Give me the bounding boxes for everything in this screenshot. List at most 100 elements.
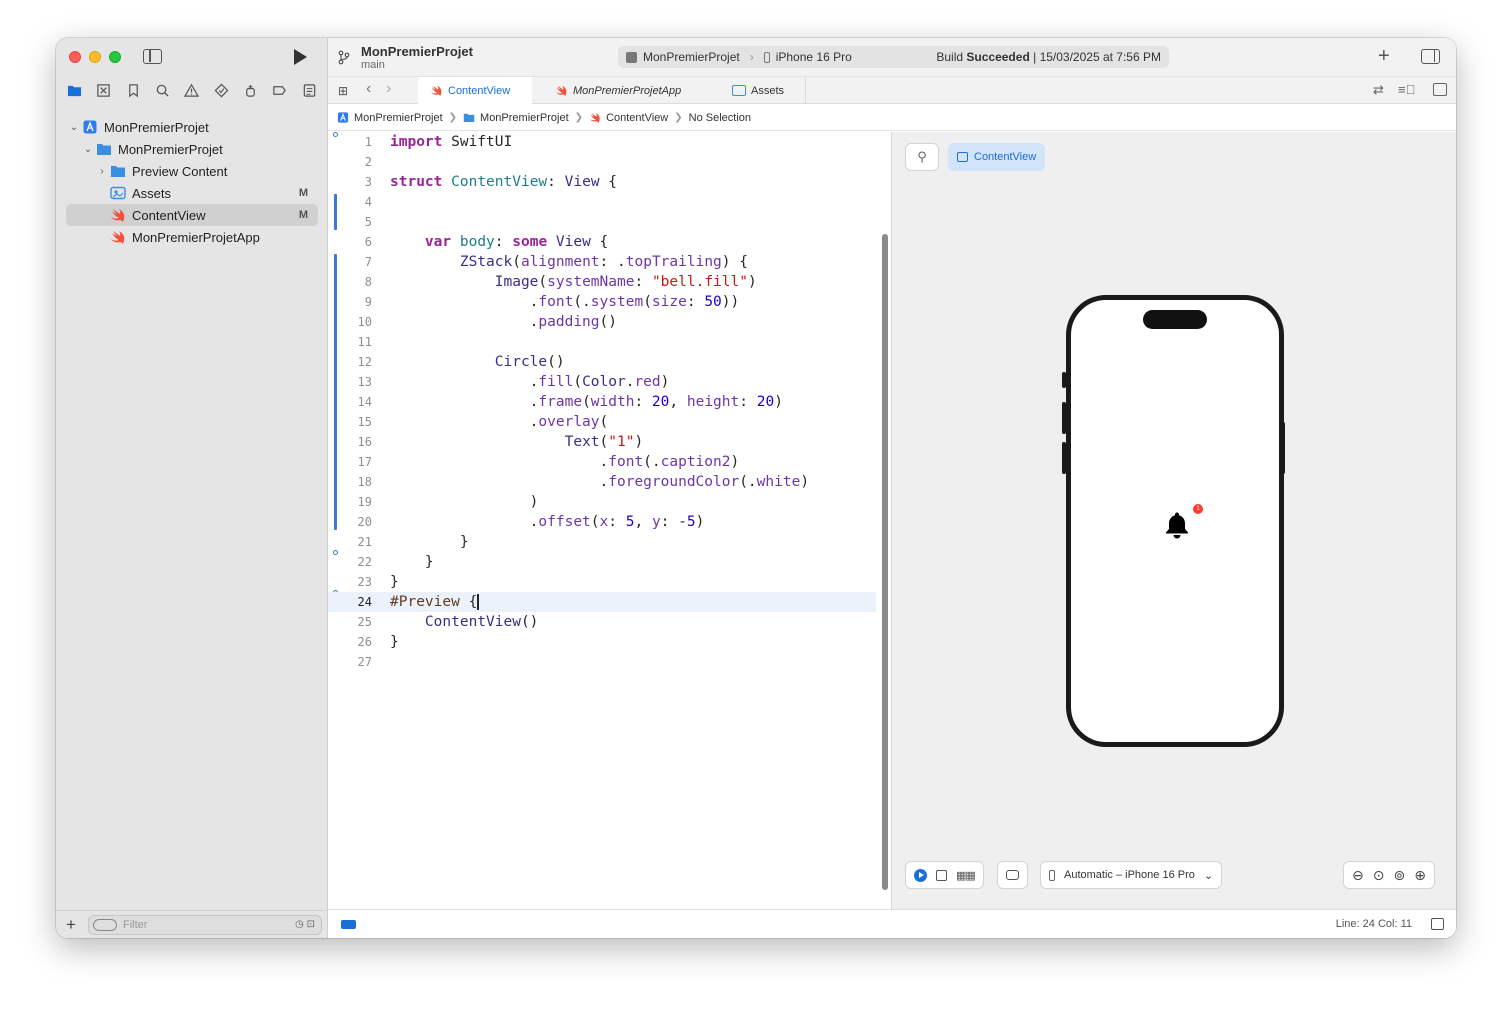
tree-item-group[interactable]: ⌄ MonPremierProjet [66,138,318,160]
code-line[interactable]: 6 var body: some View { [328,232,876,252]
search-icon[interactable] [154,82,172,100]
code-line[interactable]: 5 [328,212,876,232]
code-line[interactable]: 14 .frame(width: 20, height: 20) [328,392,876,412]
chevron-left-icon[interactable]: ‹ [366,80,371,98]
minimize-window-button[interactable] [89,51,101,63]
code-line[interactable]: 19 ) [328,492,876,512]
source-control-icon[interactable] [95,82,113,100]
toolbar: MonPremierProjet main MonPremierProjet ›… [328,38,1456,76]
code-line[interactable]: 13 .fill(Color.red) [328,372,876,392]
tree-item-preview-content[interactable]: › Preview Content [66,160,318,182]
code-line[interactable]: 23} [328,572,876,592]
test-diamond-icon[interactable] [212,82,230,100]
code-line[interactable]: 17 .font(.caption2) [328,452,876,472]
preview-selector-button[interactable]: ContentView [948,143,1046,171]
code-line[interactable]: 1 import SwiftUI [328,132,876,152]
related-items-grid-icon[interactable]: ⊞ [338,84,348,98]
selectable-mode-icon[interactable] [936,869,947,881]
editor-scrollbar[interactable] [882,234,888,890]
code-line[interactable]: 10 .padding() [328,312,876,332]
preview-mode-group: ▦▦ [905,861,984,889]
device-settings-icon [1006,870,1019,880]
source-editor[interactable]: 1 import SwiftUI 2 3 struct ContentView: V… [328,132,888,909]
jumpbar-separator: ❯ [448,112,458,123]
tree-item-assets[interactable]: Assets M [66,182,318,204]
code-line[interactable]: 8 Image(systemName: "bell.fill") [328,272,876,292]
code-line[interactable]: 20 .offset(x: 5, y: -5) [328,512,876,532]
editor-options-icon[interactable]: ≡⃞ [1398,82,1415,97]
iphone-preview[interactable]: 1 [1066,295,1284,747]
zoom-actual-icon[interactable]: ⊙ [1373,867,1385,884]
scheme-selector[interactable]: MonPremierProjet [643,50,740,64]
tree-item-label: MonPremierProjet [118,141,223,157]
preview-window-icon [957,152,968,162]
zoom-fit-icon[interactable]: ⊚ [1393,867,1405,884]
filter-field[interactable]: Filter ◷ ⊡ [88,914,322,935]
run-button[interactable] [294,49,307,65]
tab-monpremierprojetapp[interactable]: MonPremierProjetApp [543,77,718,104]
filter-options-icon[interactable] [93,918,117,931]
code-line[interactable]: 26} [328,632,876,652]
zoom-window-button[interactable] [109,51,121,63]
console-toggle-icon[interactable] [1431,918,1444,930]
tree-item-project[interactable]: ⌄ MonPremierProjet [66,116,318,138]
chevron-down-icon[interactable]: ⌄ [68,122,80,133]
warning-icon[interactable] [183,82,201,100]
code-line[interactable]: 12 Circle() [328,352,876,372]
run-destination-selector[interactable]: iPhone 16 Pro [776,50,852,64]
sidebar-toggle-icon[interactable] [143,49,162,64]
jumpbar-item-group[interactable]: MonPremierProjet [463,112,569,124]
zoom-in-icon[interactable]: ⊕ [1414,867,1426,884]
add-file-icon[interactable]: + [66,915,80,935]
tree-item-app[interactable]: MonPremierProjetApp [66,226,318,248]
swap-arrows-icon[interactable]: ⇄ [1373,82,1384,98]
tab-assets[interactable]: Assets [720,77,806,104]
chevron-right-icon[interactable]: › [96,166,108,177]
code-line[interactable]: 15 .overlay( [328,412,876,432]
library-plus-icon[interactable]: + [1378,45,1390,68]
code-line[interactable]: 7 ZStack(alignment: .topTrailing) { [328,252,876,272]
device-selector[interactable]: Automatic – iPhone 16 Pro ⌄ [1040,861,1223,889]
recent-files-icon[interactable]: ◷ ⊡ [295,919,315,930]
inspector-toggle-icon[interactable] [1421,49,1440,64]
live-preview-icon[interactable] [914,868,927,882]
device-settings-button[interactable] [997,861,1028,889]
tree-item-contentview[interactable]: ContentView M [66,204,318,226]
xcode-project-icon [83,120,97,134]
project-navigator-icon[interactable] [66,82,84,100]
tree-item-label: MonPremierProjetApp [132,229,260,245]
variants-grid-icon[interactable]: ▦▦ [956,869,976,882]
zoom-out-icon[interactable]: ⊖ [1352,867,1364,884]
code-line[interactable]: 11 [328,332,876,352]
folder-icon [97,144,111,155]
code-line[interactable]: 2 [328,152,876,172]
jumpbar-item-file[interactable]: ContentView [589,112,668,124]
code-line[interactable]: 4 [328,192,876,212]
tab-contentview[interactable]: ContentView [418,77,532,104]
debug-area-toggle-icon[interactable] [341,920,356,929]
code-line-current[interactable]: 24 #Preview { [328,592,876,612]
code-line[interactable]: 27 [328,652,876,672]
volume-down-button [1062,442,1066,474]
pin-icon[interactable]: ⚲ [905,143,939,171]
jumpbar-item-project[interactable]: MonPremierProjet [337,112,443,124]
close-window-button[interactable] [69,51,81,63]
code-line[interactable]: 3 struct ContentView: View { [328,172,876,192]
code-line[interactable]: 9 .font(.system(size: 50)) [328,292,876,312]
add-editor-icon[interactable] [1433,83,1447,96]
code-line[interactable]: 21 } [328,532,876,552]
side-button [1281,422,1285,474]
code-line[interactable]: 25 ContentView() [328,612,876,632]
breakpoint-icon[interactable] [271,82,289,100]
code-line[interactable]: 22 } [328,552,876,572]
debug-spray-icon[interactable] [242,82,260,100]
code-line[interactable]: 18 .foregroundColor(.white) [328,472,876,492]
code-line[interactable]: 16 Text("1") [328,432,876,452]
swift-file-icon [111,209,125,222]
chevron-right-icon[interactable]: › [386,80,391,98]
jumpbar-separator: ❯ [574,112,584,123]
bookmark-icon[interactable] [124,82,142,100]
chevron-down-icon[interactable]: ⌄ [82,144,94,155]
report-icon[interactable] [300,82,318,100]
jumpbar-item-symbol[interactable]: No Selection [689,112,751,124]
